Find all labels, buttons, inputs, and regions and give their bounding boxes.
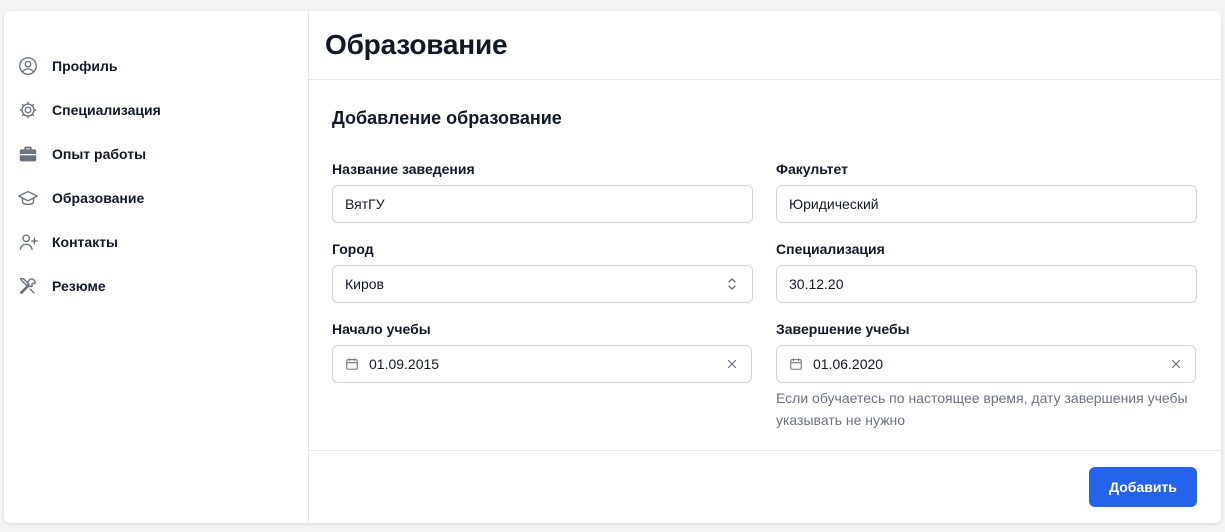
institution-value: ВятГУ	[345, 196, 385, 212]
specialization-field: Специализация 30.12.20	[776, 239, 1197, 303]
institution-input[interactable]: ВятГУ	[332, 185, 753, 223]
end-date-value: 01.06.2020	[813, 356, 884, 372]
academic-cap-icon	[17, 187, 39, 209]
sidebar-item-label: Контакты	[52, 234, 119, 250]
start-date-value: 01.09.2015	[369, 356, 440, 372]
end-date-input[interactable]: 01.06.2020	[776, 345, 1196, 383]
clear-icon[interactable]	[1169, 357, 1183, 371]
calendar-icon	[789, 357, 803, 371]
specialization-value: 30.12.20	[789, 276, 844, 292]
city-value: Киров	[345, 276, 384, 292]
briefcase-icon	[17, 143, 39, 165]
form-section-title: Добавление образование	[332, 108, 562, 128]
add-button[interactable]: Добавить	[1089, 467, 1197, 507]
form-footer: Добавить	[309, 450, 1221, 523]
page-title: Образование	[325, 29, 508, 60]
user-circle-icon	[17, 55, 39, 77]
sidebar-item-label: Образование	[52, 190, 145, 206]
sidebar-item-label: Специализация	[52, 102, 161, 118]
city-select[interactable]: Киров	[332, 265, 753, 303]
sidebar-item-specialization[interactable]: Специализация	[4, 88, 308, 132]
faculty-input[interactable]: Юридический	[776, 185, 1197, 223]
sidebar: Профиль Специализация Опыт работы Образо…	[4, 11, 309, 523]
sidebar-item-label: Опыт работы	[52, 146, 147, 162]
sidebar-item-profile[interactable]: Профиль	[4, 44, 308, 88]
selector-icon	[724, 276, 740, 292]
calendar-icon	[345, 357, 359, 371]
city-label: Город	[332, 241, 374, 257]
faculty-field: Факультет Юридический	[776, 159, 1197, 223]
sidebar-item-contacts[interactable]: Контакты	[4, 220, 308, 264]
settings-card: Профиль Специализация Опыт работы Образо…	[4, 11, 1221, 523]
clear-icon[interactable]	[725, 357, 739, 371]
start-date-field: Начало учебы 01.09.2015	[332, 319, 752, 383]
cog-icon	[17, 99, 39, 121]
sidebar-item-experience[interactable]: Опыт работы	[4, 132, 308, 176]
faculty-value: Юридический	[789, 196, 879, 212]
sidebar-item-label: Профиль	[52, 58, 118, 74]
institution-field: Название заведения ВятГУ	[332, 159, 753, 223]
faculty-label: Факультет	[776, 161, 848, 177]
specialization-input[interactable]: 30.12.20	[776, 265, 1197, 303]
end-date-field: Завершение учебы 01.06.2020 Если обучает…	[776, 319, 1196, 431]
sidebar-item-label: Резюме	[52, 278, 106, 294]
main-content: Образование Добавление образование Назва…	[309, 11, 1221, 523]
education-form: Добавление образование Название заведени…	[309, 81, 1221, 450]
sidebar-item-resume[interactable]: Резюме	[4, 264, 308, 308]
user-add-icon	[17, 231, 39, 253]
end-date-label: Завершение учебы	[776, 321, 910, 337]
start-date-label: Начало учебы	[332, 321, 431, 337]
specialization-label: Специализация	[776, 241, 885, 257]
institution-label: Название заведения	[332, 161, 475, 177]
city-field: Город Киров	[332, 239, 753, 303]
start-date-input[interactable]: 01.09.2015	[332, 345, 752, 383]
tools-icon	[17, 275, 39, 297]
page-header: Образование	[309, 11, 1221, 80]
sidebar-item-education[interactable]: Образование	[4, 176, 308, 220]
end-date-help-text: Если обучаетесь по настоящее время, дату…	[776, 390, 1188, 428]
